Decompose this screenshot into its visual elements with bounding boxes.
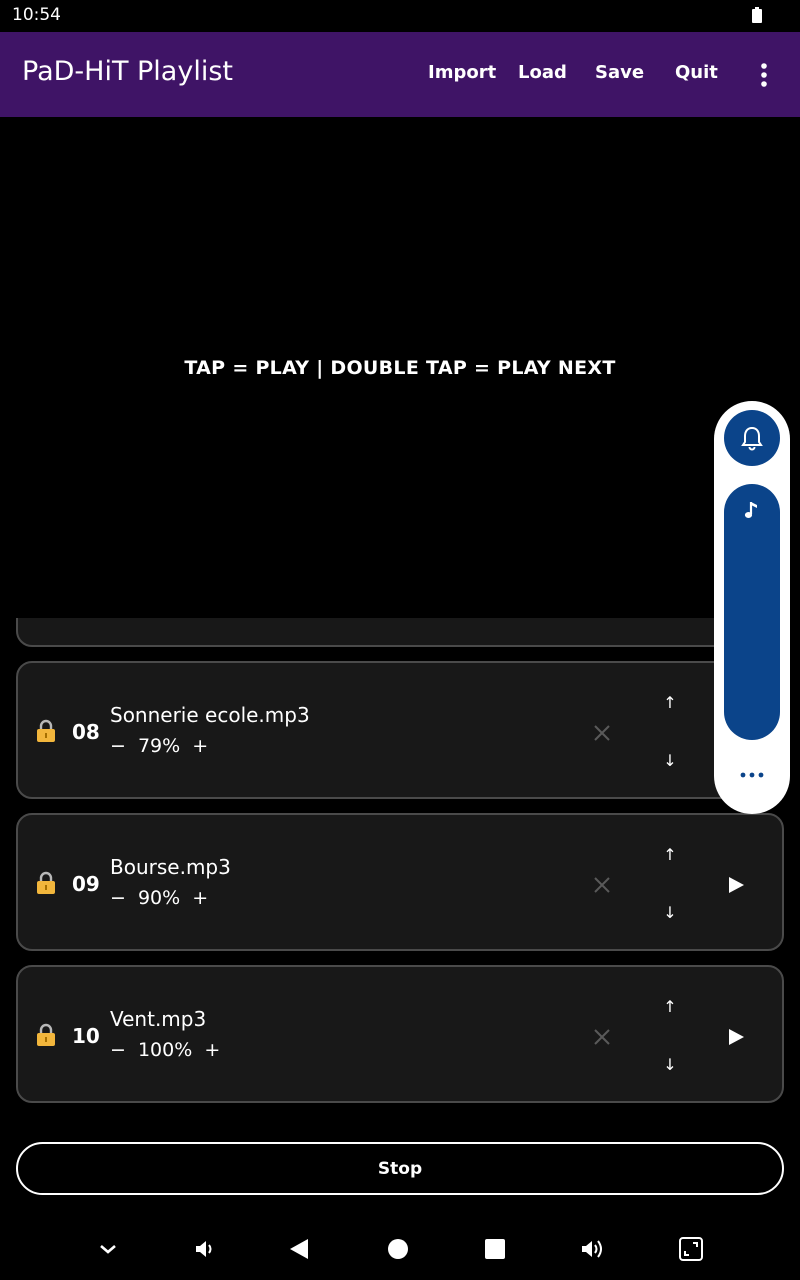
move-up-button[interactable]: ↑ [658,997,682,1016]
volume-up-button[interactable]: + [192,735,208,757]
volume-control: − 100% + [110,1039,220,1061]
overflow-menu-icon[interactable] [752,62,776,88]
volume-down-button[interactable]: − [110,887,126,909]
move-up-button[interactable]: ↑ [658,845,682,864]
battery-icon [752,7,762,23]
volume-down-icon[interactable] [190,1235,218,1263]
status-bar: 10:54 [0,0,800,32]
back-icon[interactable] [286,1235,314,1263]
volume-value: 79% [137,735,181,757]
media-volume-slider[interactable] [724,484,780,740]
volume-control: − 90% + [110,887,208,909]
volume-panel [714,401,790,814]
play-icon[interactable] [726,875,746,895]
player-hint: TAP = PLAY | DOUBLE TAP = PLAY NEXT [184,357,616,379]
music-note-icon [744,502,757,518]
track-card[interactable]: 08 Sonnerie ecole.mp3 − 79% + ↑ ↓ [16,661,784,799]
load-button[interactable]: Load [518,62,567,83]
chevron-down-icon[interactable] [94,1235,122,1263]
app-title: PaD-HiT Playlist [22,56,233,87]
status-time: 10:54 [12,5,61,25]
quit-button[interactable]: Quit [675,62,718,83]
track-card[interactable]: 10 Vent.mp3 − 100% + ↑ ↓ [16,965,784,1103]
player-tap-area[interactable]: TAP = PLAY | DOUBLE TAP = PLAY NEXT [0,117,800,618]
volume-value: 100% [137,1039,193,1061]
ringer-button[interactable] [724,410,780,466]
screenshot-icon[interactable] [677,1235,705,1263]
remove-icon[interactable] [592,723,612,743]
track-card[interactable]: 09 Bourse.mp3 − 90% + ↑ ↓ [16,813,784,951]
track-name: Sonnerie ecole.mp3 [110,703,310,727]
track-card-partial[interactable] [16,618,784,647]
volume-up-icon[interactable] [578,1235,606,1263]
volume-value: 90% [137,887,181,909]
stop-button[interactable]: Stop [16,1142,784,1195]
more-options-icon[interactable] [738,769,766,781]
volume-control: − 79% + [110,735,208,757]
play-icon[interactable] [726,1027,746,1047]
move-down-button[interactable]: ↓ [658,751,682,770]
lock-icon [37,1023,55,1046]
volume-up-button[interactable]: + [192,887,208,909]
move-down-button[interactable]: ↓ [658,1055,682,1074]
navigation-bar [0,1220,800,1280]
home-icon[interactable] [384,1235,412,1263]
track-name: Bourse.mp3 [110,855,231,879]
track-name: Vent.mp3 [110,1007,207,1031]
move-down-button[interactable]: ↓ [658,903,682,922]
move-up-button[interactable]: ↑ [658,693,682,712]
import-button[interactable]: Import [428,62,496,83]
bell-icon [741,426,763,451]
lock-icon [37,719,55,742]
volume-up-button[interactable]: + [204,1039,220,1061]
recents-icon[interactable] [481,1235,509,1263]
track-number: 10 [72,1024,100,1048]
stop-label: Stop [377,1159,423,1179]
lock-icon [37,871,55,894]
save-button[interactable]: Save [595,62,644,83]
remove-icon[interactable] [592,1027,612,1047]
track-number: 09 [72,872,100,896]
remove-icon[interactable] [592,875,612,895]
app-bar: PaD-HiT Playlist Import Load Save Quit [0,32,800,117]
volume-down-button[interactable]: − [110,735,126,757]
volume-down-button[interactable]: − [110,1039,126,1061]
track-number: 08 [72,720,100,744]
track-list[interactable]: 08 Sonnerie ecole.mp3 − 79% + ↑ ↓ 09 Bou… [0,618,800,1118]
